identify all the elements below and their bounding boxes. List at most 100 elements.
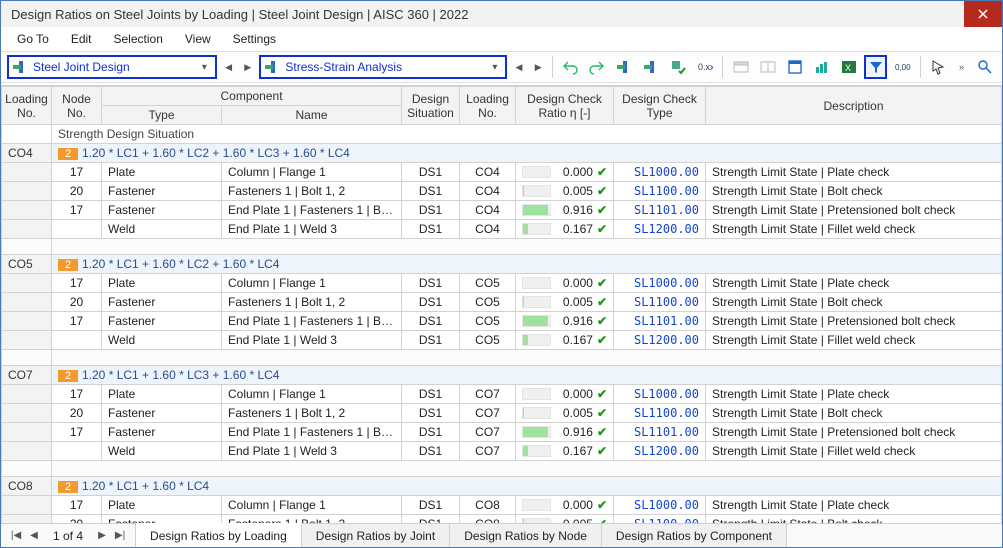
tab-by-loading[interactable]: Design Ratios by Loading bbox=[136, 523, 302, 547]
col-node-no[interactable]: NodeNo. bbox=[52, 87, 102, 125]
check-ok-icon: ✔ bbox=[597, 314, 607, 328]
tab-by-joint[interactable]: Design Ratios by Joint bbox=[302, 524, 450, 547]
menu-edit[interactable]: Edit bbox=[61, 30, 102, 48]
table-row[interactable]: Weld End Plate 1 | Weld 3 DS1 CO5 0.167 … bbox=[2, 331, 1002, 350]
gap-row bbox=[2, 461, 1002, 477]
tool-find[interactable] bbox=[973, 55, 996, 79]
units-icon: 0,00 bbox=[895, 59, 911, 75]
combo-design-module-label: Steel Joint Design bbox=[33, 60, 192, 74]
tool-precision[interactable]: 0.xx bbox=[693, 55, 716, 79]
table-row[interactable]: 17 Fastener End Plate 1 | Fasteners 1 | … bbox=[2, 201, 1002, 220]
menu-view[interactable]: View bbox=[175, 30, 221, 48]
group-header-row[interactable]: CO8 21.20 * LC1 + 1.60 * LC4 bbox=[2, 477, 1002, 496]
col-loading-no[interactable]: LoadingNo. bbox=[2, 87, 52, 125]
separator bbox=[920, 56, 921, 78]
pager-prev[interactable]: ◀ bbox=[27, 530, 41, 541]
table-row[interactable]: 20 Fastener Fasteners 1 | Bolt 1, 2 DS1 … bbox=[2, 293, 1002, 312]
joint-icon bbox=[13, 61, 27, 73]
table-row[interactable]: 17 Fastener End Plate 1 | Fasteners 1 | … bbox=[2, 312, 1002, 331]
check-ok-icon: ✔ bbox=[597, 425, 607, 439]
precision-icon: 0.xx bbox=[697, 59, 713, 75]
col-name[interactable]: Name bbox=[222, 106, 402, 125]
group-header-row[interactable]: CO4 21.20 * LC1 + 1.60 * LC2 + 1.60 * LC… bbox=[2, 144, 1002, 163]
pager-last[interactable]: ▶| bbox=[113, 530, 127, 541]
col-ratio[interactable]: Design CheckRatio η [-] bbox=[516, 87, 614, 125]
col-component-group[interactable]: Component bbox=[102, 87, 402, 106]
group-header-row[interactable]: CO5 21.20 * LC1 + 1.60 * LC2 + 1.60 * LC… bbox=[2, 255, 1002, 274]
table-row[interactable]: Weld End Plate 1 | Weld 3 DS1 CO7 0.167 … bbox=[2, 442, 1002, 461]
table-row[interactable]: 17 Fastener End Plate 1 | Fasteners 1 | … bbox=[2, 423, 1002, 442]
tool-units[interactable]: 0,00 bbox=[891, 55, 914, 79]
tool-chart[interactable] bbox=[810, 55, 833, 79]
tab-by-component[interactable]: Design Ratios by Component bbox=[602, 524, 787, 547]
pager-next[interactable]: ▶ bbox=[95, 530, 109, 541]
table-row[interactable]: Weld End Plate 1 | Weld 3 DS1 CO4 0.167 … bbox=[2, 220, 1002, 239]
chart-icon bbox=[814, 59, 830, 75]
table-row[interactable]: 17 Plate Column | Flange 1 DS1 CO8 0.000… bbox=[2, 496, 1002, 515]
col-check-type[interactable]: Design CheckType bbox=[614, 87, 706, 125]
menu-goto[interactable]: Go To bbox=[7, 30, 59, 48]
toolbar: Steel Joint Design ▾ ◀ ▶ Stress-Strain A… bbox=[1, 51, 1002, 83]
pager-first[interactable]: |◀ bbox=[9, 530, 23, 541]
check-ok-icon: ✔ bbox=[597, 295, 607, 309]
menu-selection[interactable]: Selection bbox=[104, 30, 173, 48]
undo-icon bbox=[562, 59, 578, 75]
tool-joint-a[interactable] bbox=[613, 55, 636, 79]
nav-prev-2[interactable]: ◀ bbox=[511, 56, 526, 78]
filter-icon bbox=[868, 59, 884, 75]
tool-joint-b[interactable] bbox=[640, 55, 663, 79]
panel-split-icon bbox=[760, 59, 776, 75]
tool-export-excel[interactable]: X bbox=[837, 55, 860, 79]
group-header-row[interactable]: CO7 21.20 * LC1 + 1.60 * LC3 + 1.60 * LC… bbox=[2, 366, 1002, 385]
col-description[interactable]: Description bbox=[706, 87, 1002, 125]
close-icon bbox=[978, 9, 988, 19]
tool-filter[interactable] bbox=[864, 55, 887, 79]
close-button[interactable] bbox=[964, 1, 1002, 27]
table-row[interactable]: 17 Plate Column | Flange 1 DS1 CO7 0.000… bbox=[2, 385, 1002, 404]
check-ok-icon: ✔ bbox=[597, 184, 607, 198]
nav-prev-1[interactable]: ◀ bbox=[221, 56, 236, 78]
excel-icon: X bbox=[841, 59, 857, 75]
table-row[interactable]: 17 Plate Column | Flange 1 DS1 CO5 0.000… bbox=[2, 274, 1002, 293]
menu-settings[interactable]: Settings bbox=[223, 30, 286, 48]
nav-next-2[interactable]: ▶ bbox=[531, 56, 546, 78]
results-table[interactable]: LoadingNo. NodeNo. Component DesignSitua… bbox=[1, 86, 1002, 523]
col-loading-no-2[interactable]: LoadingNo. bbox=[460, 87, 516, 125]
tool-panel-a[interactable] bbox=[729, 55, 752, 79]
combo-design-module[interactable]: Steel Joint Design ▾ bbox=[7, 55, 217, 79]
chevron-down-icon: ▾ bbox=[198, 62, 211, 73]
check-ok-icon: ✔ bbox=[597, 498, 607, 512]
title-bar: Design Ratios on Steel Joints by Loading… bbox=[1, 1, 1002, 27]
sheet-tabs: Design Ratios by Loading Design Ratios b… bbox=[136, 524, 787, 547]
tab-by-node[interactable]: Design Ratios by Node bbox=[450, 524, 602, 547]
tool-undo[interactable] bbox=[559, 55, 582, 79]
combo-analysis-type-label: Stress-Strain Analysis bbox=[285, 60, 482, 74]
check-ok-icon: ✔ bbox=[597, 276, 607, 290]
check-ok-icon: ✔ bbox=[597, 333, 607, 347]
table-row[interactable]: 17 Plate Column | Flange 1 DS1 CO4 0.000… bbox=[2, 163, 1002, 182]
results-table-wrap: LoadingNo. NodeNo. Component DesignSitua… bbox=[1, 85, 1002, 523]
redo-icon bbox=[589, 59, 605, 75]
check-ok-icon: ✔ bbox=[597, 203, 607, 217]
col-design-situation[interactable]: DesignSituation bbox=[402, 87, 460, 125]
toolbar-overflow[interactable]: » bbox=[954, 56, 969, 78]
search-icon bbox=[977, 59, 993, 75]
svg-text:0.xx: 0.xx bbox=[698, 62, 713, 72]
tool-window[interactable] bbox=[783, 55, 806, 79]
table-row[interactable]: 20 Fastener Fasteners 1 | Bolt 1, 2 DS1 … bbox=[2, 515, 1002, 524]
window-icon bbox=[787, 59, 803, 75]
svg-text:X: X bbox=[845, 63, 851, 73]
tool-panel-b[interactable] bbox=[756, 55, 779, 79]
tool-joint-check[interactable] bbox=[666, 55, 689, 79]
separator bbox=[552, 56, 553, 78]
section-row: Strength Design Situation bbox=[2, 125, 1002, 144]
table-row[interactable]: 20 Fastener Fasteners 1 | Bolt 1, 2 DS1 … bbox=[2, 404, 1002, 423]
check-ok-icon: ✔ bbox=[597, 444, 607, 458]
tool-pointer[interactable] bbox=[927, 55, 950, 79]
nav-next-1[interactable]: ▶ bbox=[240, 56, 255, 78]
table-row[interactable]: 20 Fastener Fasteners 1 | Bolt 1, 2 DS1 … bbox=[2, 182, 1002, 201]
combo-analysis-type[interactable]: Stress-Strain Analysis ▾ bbox=[259, 55, 507, 79]
tool-redo[interactable] bbox=[586, 55, 609, 79]
col-type[interactable]: Type bbox=[102, 106, 222, 125]
joint-check-icon bbox=[670, 59, 686, 75]
